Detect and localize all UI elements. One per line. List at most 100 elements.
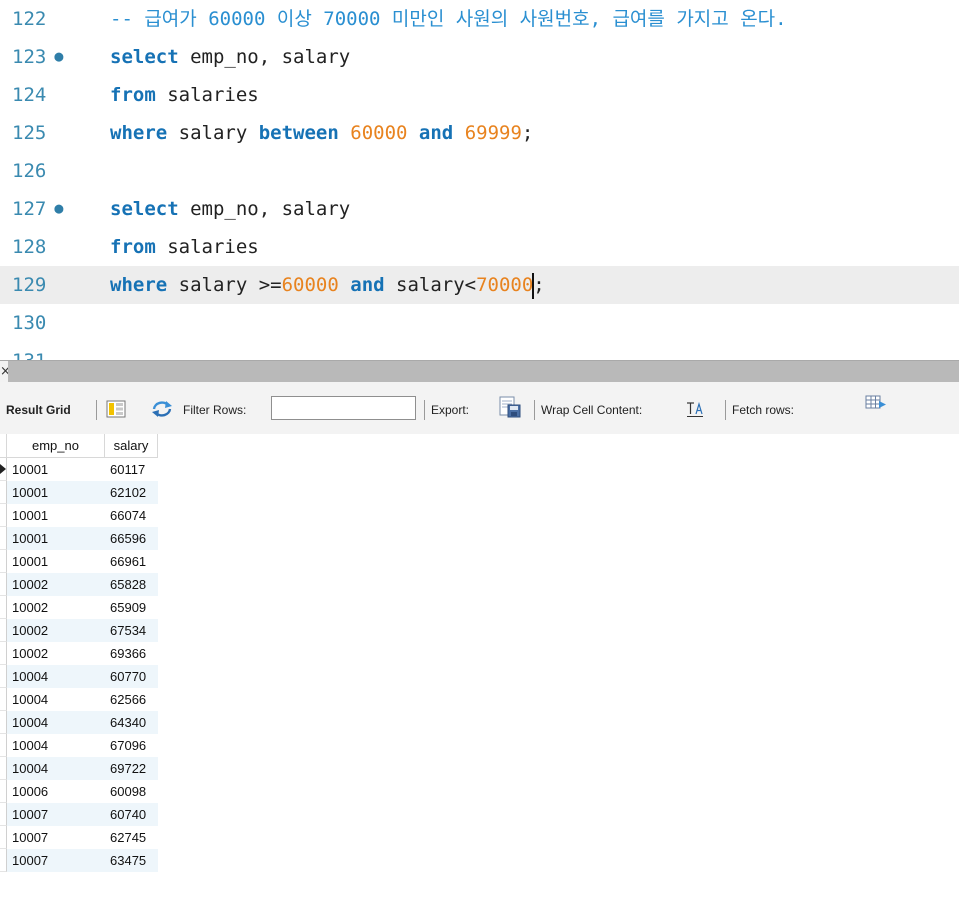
row-indicator[interactable] (0, 550, 7, 573)
row-indicator[interactable] (0, 619, 7, 642)
cell-emp-no[interactable]: 10004 (7, 665, 105, 688)
code-line[interactable]: 126 (0, 152, 959, 190)
code-line[interactable]: 123 ● select emp_no, salary (0, 38, 959, 76)
cell-salary[interactable]: 66074 (105, 504, 158, 527)
table-row[interactable]: 10002 65828 (0, 573, 158, 596)
row-indicator[interactable] (0, 780, 7, 803)
row-indicator[interactable] (0, 481, 7, 504)
panel-splitter[interactable]: × (0, 360, 959, 382)
cell-salary[interactable]: 64340 (105, 711, 158, 734)
cell-salary[interactable]: 69722 (105, 757, 158, 780)
code-line[interactable]: 124 from salaries (0, 76, 959, 114)
cell-salary[interactable]: 60098 (105, 780, 158, 803)
table-row[interactable]: 10004 64340 (0, 711, 158, 734)
cell-emp-no[interactable]: 10004 (7, 688, 105, 711)
cell-salary[interactable]: 60117 (105, 458, 158, 481)
cell-emp-no[interactable]: 10002 (7, 596, 105, 619)
row-indicator[interactable] (0, 803, 7, 826)
cell-emp-no[interactable]: 10002 (7, 642, 105, 665)
cell-salary[interactable]: 69366 (105, 642, 158, 665)
refresh-icon[interactable] (151, 400, 173, 418)
table-row[interactable]: 10001 66596 (0, 527, 158, 550)
cell-emp-no[interactable]: 10001 (7, 550, 105, 573)
row-indicator[interactable] (0, 734, 7, 757)
row-indicator[interactable] (0, 711, 7, 734)
cell-emp-no[interactable]: 10007 (7, 826, 105, 849)
column-header-emp-no[interactable]: emp_no (7, 434, 105, 458)
table-row[interactable]: 10007 62745 (0, 826, 158, 849)
wrap-cell-icon[interactable] (686, 402, 704, 418)
row-indicator[interactable] (0, 665, 7, 688)
cell-emp-no[interactable]: 10001 (7, 458, 105, 481)
row-indicator[interactable] (0, 826, 7, 849)
table-row[interactable]: 10006 60098 (0, 780, 158, 803)
row-indicator[interactable] (0, 849, 7, 872)
code-line[interactable]: 131 (0, 342, 959, 360)
row-indicator[interactable] (0, 688, 7, 711)
cell-emp-no[interactable]: 10004 (7, 757, 105, 780)
line-number-text: 131 (12, 350, 46, 360)
row-indicator[interactable] (0, 527, 7, 550)
table-row[interactable]: 10001 66074 (0, 504, 158, 527)
table-row[interactable]: 10002 69366 (0, 642, 158, 665)
table-row[interactable]: 10007 60740 (0, 803, 158, 826)
result-grid[interactable]: emp_no salary 10001 60117 10001 62102 10001 6… (0, 434, 959, 919)
cell-emp-no[interactable]: 10001 (7, 527, 105, 550)
table-row[interactable]: 10001 60117 (0, 458, 158, 481)
code-line[interactable]: 127 ● select emp_no, salary (0, 190, 959, 228)
table-row[interactable]: 10001 66961 (0, 550, 158, 573)
cell-salary[interactable]: 62102 (105, 481, 158, 504)
cell-emp-no[interactable]: 10001 (7, 481, 105, 504)
cell-salary[interactable]: 60770 (105, 665, 158, 688)
cell-emp-no[interactable]: 10007 (7, 849, 105, 872)
close-icon[interactable]: × (0, 361, 8, 382)
table-row[interactable]: 10007 63475 (0, 849, 158, 872)
row-indicator[interactable] (0, 642, 7, 665)
table-row[interactable]: 10004 62566 (0, 688, 158, 711)
cell-salary[interactable]: 62745 (105, 826, 158, 849)
table-row[interactable]: 10004 67096 (0, 734, 158, 757)
sql-editor[interactable]: 122 -- 급여가 60000 이상 70000 미만인 사원의 사원번호, 급… (0, 0, 959, 360)
cell-emp-no[interactable]: 10006 (7, 780, 105, 803)
cell-salary[interactable]: 62566 (105, 688, 158, 711)
grid-layout-icon[interactable] (106, 400, 126, 418)
cell-emp-no[interactable]: 10007 (7, 803, 105, 826)
export-icon[interactable] (499, 396, 521, 418)
cell-salary[interactable]: 65909 (105, 596, 158, 619)
fetch-rows-icon[interactable] (865, 395, 887, 411)
filter-rows-input[interactable] (271, 396, 416, 420)
cell-salary[interactable]: 67534 (105, 619, 158, 642)
cell-salary[interactable]: 66596 (105, 527, 158, 550)
statement-marker-icon[interactable]: ● (54, 47, 63, 65)
cell-salary[interactable]: 66961 (105, 550, 158, 573)
result-grid-tab[interactable]: Result Grid (6, 382, 71, 438)
table-row[interactable]: 10002 67534 (0, 619, 158, 642)
cell-salary[interactable]: 65828 (105, 573, 158, 596)
table-row[interactable]: 10001 62102 (0, 481, 158, 504)
cell-salary[interactable]: 63475 (105, 849, 158, 872)
code-line[interactable]: 128 from salaries (0, 228, 959, 266)
cell-emp-no[interactable]: 10004 (7, 734, 105, 757)
column-header-salary[interactable]: salary (105, 434, 158, 458)
table-row[interactable]: 10002 65909 (0, 596, 158, 619)
cell-emp-no[interactable]: 10001 (7, 504, 105, 527)
row-indicator[interactable] (0, 458, 7, 481)
cell-salary[interactable]: 67096 (105, 734, 158, 757)
row-indicator[interactable] (0, 596, 7, 619)
sql-text: salary (167, 122, 259, 144)
code-line[interactable]: 125 where salary between 60000 and 69999; (0, 114, 959, 152)
code-line[interactable]: 129 where salary >=60000 and salary<70000… (0, 266, 959, 304)
row-indicator[interactable] (0, 757, 7, 780)
row-indicator[interactable] (0, 573, 7, 596)
cell-emp-no[interactable]: 10002 (7, 573, 105, 596)
table-row[interactable]: 10004 69722 (0, 757, 158, 780)
code-line[interactable]: 130 (0, 304, 959, 342)
row-indicator[interactable] (0, 504, 7, 527)
cell-salary[interactable]: 60740 (105, 803, 158, 826)
code-text: where salary between 60000 and 69999; (110, 114, 533, 152)
statement-marker-icon[interactable]: ● (54, 199, 63, 217)
cell-emp-no[interactable]: 10004 (7, 711, 105, 734)
table-row[interactable]: 10004 60770 (0, 665, 158, 688)
cell-emp-no[interactable]: 10002 (7, 619, 105, 642)
code-line[interactable]: 122 -- 급여가 60000 이상 70000 미만인 사원의 사원번호, 급… (0, 0, 959, 38)
